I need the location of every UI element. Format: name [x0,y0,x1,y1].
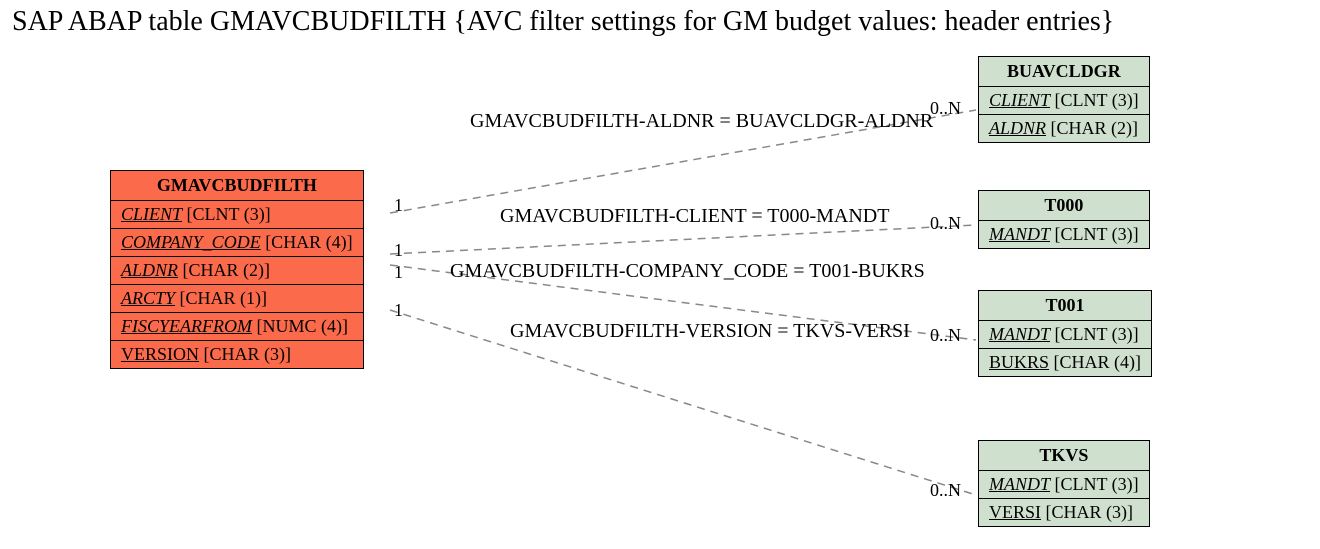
rel-label-2: GMAVCBUDFILTH-COMPANY_CODE = T001-BUKRS [450,260,925,283]
field-type: [CHAR (2)] [1046,118,1138,138]
field-type: [NUMC (4)] [252,316,348,336]
field-type: [CLNT (3)] [182,204,271,224]
entity-field: ARCTY [CHAR (1)] [111,285,363,313]
field-type: [CHAR (2)] [178,260,270,280]
entity-t001: T001MANDT [CLNT (3)]BUKRS [CHAR (4)] [978,290,1152,377]
field-name: ALDNR [121,260,178,280]
rel-label-0: GMAVCBUDFILTH-ALDNR = BUAVCLDGR-ALDNR [470,110,933,133]
card-left-1: 1 [394,240,403,261]
field-type: [CLNT (3)] [1050,90,1139,110]
entity-tkvs: TKVSMANDT [CLNT (3)]VERSI [CHAR (3)] [978,440,1150,527]
card-left-0: 1 [394,195,403,216]
entity-header: TKVS [979,441,1149,471]
field-name: MANDT [989,224,1050,244]
field-name: CLIENT [121,204,182,224]
field-name: VERSION [121,344,199,364]
entity-field: MANDT [CLNT (3)] [979,321,1151,349]
entity-field: MANDT [CLNT (3)] [979,471,1149,499]
field-name: ARCTY [121,288,175,308]
field-name: ALDNR [989,118,1046,138]
field-type: [CHAR (4)] [1049,352,1141,372]
entity-field: VERSI [CHAR (3)] [979,499,1149,526]
rel-label-1: GMAVCBUDFILTH-CLIENT = T000-MANDT [500,205,889,228]
entity-field: CLIENT [CLNT (3)] [111,201,363,229]
page-title: SAP ABAP table GMAVCBUDFILTH {AVC filter… [12,6,1114,38]
entity-header: GMAVCBUDFILTH [111,171,363,201]
entity-header: BUAVCLDGR [979,57,1149,87]
field-type: [CHAR (3)] [199,344,291,364]
card-left-3: 1 [394,300,403,321]
rel-label-3: GMAVCBUDFILTH-VERSION = TKVS-VERSI [510,320,910,343]
card-right-3: 0..N [930,480,961,501]
entity-t000: T000MANDT [CLNT (3)] [978,190,1150,249]
field-name: MANDT [989,474,1050,494]
field-name: MANDT [989,324,1050,344]
entity-field: ALDNR [CHAR (2)] [979,115,1149,142]
entity-header: T000 [979,191,1149,221]
entity-field: VERSION [CHAR (3)] [111,341,363,368]
field-type: [CLNT (3)] [1050,474,1139,494]
er-diagram: SAP ABAP table GMAVCBUDFILTH {AVC filter… [0,0,1320,549]
entity-header: T001 [979,291,1151,321]
field-type: [CLNT (3)] [1050,324,1139,344]
entity-field: MANDT [CLNT (3)] [979,221,1149,248]
entity-gmavcbudfilth: GMAVCBUDFILTHCLIENT [CLNT (3)]COMPANY_CO… [110,170,364,369]
entity-field: ALDNR [CHAR (2)] [111,257,363,285]
entity-field: BUKRS [CHAR (4)] [979,349,1151,376]
field-name: FISCYEARFROM [121,316,252,336]
field-name: BUKRS [989,352,1049,372]
field-type: [CLNT (3)] [1050,224,1139,244]
card-right-0: 0..N [930,98,961,119]
field-type: [CHAR (1)] [175,288,267,308]
field-type: [CHAR (3)] [1041,502,1133,522]
field-name: COMPANY_CODE [121,232,261,252]
field-type: [CHAR (4)] [261,232,353,252]
entity-field: CLIENT [CLNT (3)] [979,87,1149,115]
entity-field: COMPANY_CODE [CHAR (4)] [111,229,363,257]
field-name: VERSI [989,502,1041,522]
card-left-2: 1 [394,262,403,283]
field-name: CLIENT [989,90,1050,110]
card-right-2: 0..N [930,325,961,346]
entity-field: FISCYEARFROM [NUMC (4)] [111,313,363,341]
entity-buavcldgr: BUAVCLDGRCLIENT [CLNT (3)]ALDNR [CHAR (2… [978,56,1150,143]
card-right-1: 0..N [930,213,961,234]
